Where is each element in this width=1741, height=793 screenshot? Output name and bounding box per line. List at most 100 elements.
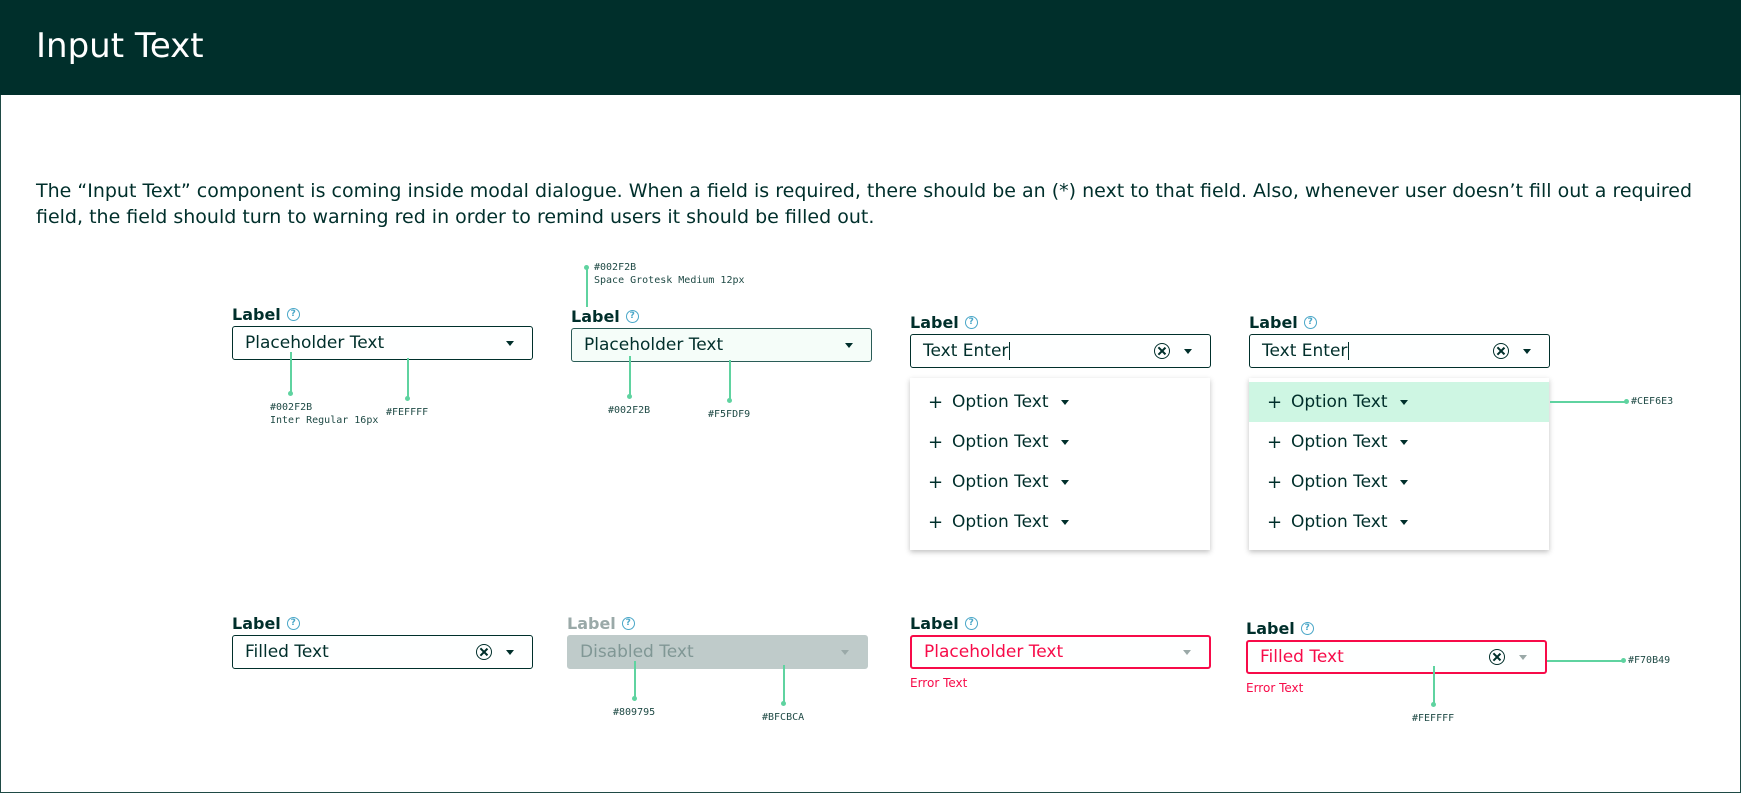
plus-icon: + (1267, 471, 1283, 493)
chevron-down-icon[interactable] (1523, 348, 1531, 354)
field-label: Label ? (232, 305, 300, 324)
annotation-line (783, 665, 785, 703)
error-message: Error Text (1246, 681, 1304, 695)
annotation-label: #FEFFFF (1412, 713, 1455, 724)
help-icon[interactable]: ? (286, 617, 300, 630)
annotation-dot (781, 701, 786, 706)
dropdown-option[interactable]: + Option Text (910, 382, 1210, 422)
input-filled[interactable]: Filled Text (232, 635, 533, 669)
field-label: Label ? (232, 614, 300, 633)
annotation-dot (1621, 658, 1626, 663)
chevron-down-icon (841, 649, 849, 655)
annotation-dot (288, 391, 293, 396)
annotation-dot (1624, 399, 1629, 404)
dropdown-option[interactable]: + Option Text (910, 502, 1210, 542)
input-open-highlight[interactable]: Text Enter (1249, 334, 1550, 368)
input-value: Text Enter (923, 341, 1009, 361)
plus-icon: + (1267, 431, 1283, 453)
field-label: Label ? (1249, 313, 1317, 332)
field-label: Label ? (910, 614, 978, 633)
chevron-down-icon[interactable] (506, 340, 514, 346)
help-icon[interactable]: ? (286, 308, 300, 321)
input-disabled: Disabled Text (567, 635, 868, 669)
clear-icon[interactable] (1154, 343, 1170, 359)
description-text: The “Input Text” component is coming ins… (36, 180, 1693, 228)
chevron-down-icon[interactable] (845, 342, 853, 348)
field-label: Label ? (1246, 619, 1314, 638)
annotation-label: #F5FDF9 (708, 409, 751, 420)
plus-icon: + (928, 391, 944, 413)
chevron-down-icon[interactable] (1184, 348, 1192, 354)
chevron-down-icon (1060, 479, 1069, 485)
dropdown-menu: + Option Text + Option Text + Option Text +… (1249, 378, 1549, 550)
input-default[interactable]: Placeholder Text (232, 326, 533, 360)
page-title: Input Text (36, 26, 204, 66)
error-message: Error Text (910, 676, 968, 690)
dropdown-option-highlighted[interactable]: + Option Text (1249, 382, 1549, 422)
annotation-dot (1431, 702, 1436, 707)
input-open[interactable]: Text Enter (910, 334, 1211, 368)
annotation-label: #809795 (613, 707, 656, 718)
annotation-line (1547, 660, 1623, 662)
help-icon[interactable]: ? (964, 316, 978, 329)
text-cursor (1348, 342, 1350, 360)
chevron-down-icon (1399, 439, 1408, 445)
help-icon[interactable]: ? (964, 617, 978, 630)
field-label: Label ? (571, 307, 639, 326)
help-icon[interactable]: ? (1303, 316, 1317, 329)
chevron-down-icon[interactable] (1183, 649, 1191, 655)
chevron-down-icon (1399, 399, 1408, 405)
dropdown-option[interactable]: + Option Text (1249, 462, 1549, 502)
annotation-line (634, 661, 636, 698)
clear-icon[interactable] (476, 644, 492, 660)
plus-icon: + (1267, 391, 1283, 413)
clear-icon[interactable] (1493, 343, 1509, 359)
annotation-line (586, 267, 588, 307)
annotation-label: #002F2B (608, 405, 651, 416)
plus-icon: + (928, 431, 944, 453)
annotation-line (407, 358, 409, 398)
help-icon: ? (621, 617, 635, 630)
annotation-label: #002F2B Inter Regular 16px (270, 402, 379, 426)
annotation-dot (405, 396, 410, 401)
chevron-down-icon (1060, 399, 1069, 405)
field-label: Label ? (567, 614, 635, 633)
input-value: Text Enter (1262, 341, 1348, 361)
chevron-down-icon[interactable] (506, 649, 514, 655)
plus-icon: + (928, 471, 944, 493)
chevron-down-icon (1060, 439, 1069, 445)
dropdown-option[interactable]: + Option Text (910, 422, 1210, 462)
clear-icon[interactable] (1489, 649, 1505, 665)
annotation-line (1550, 401, 1626, 403)
annotation-line (629, 356, 631, 396)
annotation-line (1433, 666, 1435, 704)
help-icon[interactable]: ? (1300, 622, 1314, 635)
chevron-down-icon (1399, 519, 1408, 525)
annotation-line (729, 360, 731, 400)
help-icon[interactable]: ? (625, 310, 639, 323)
annotation-dot (632, 696, 637, 701)
dropdown-option[interactable]: + Option Text (1249, 502, 1549, 542)
annotation-dot (727, 398, 732, 403)
plus-icon: + (1267, 511, 1283, 533)
annotation-label: #002F2B Space Grotesk Medium 12px (594, 262, 745, 286)
annotation-dot (627, 394, 632, 399)
chevron-down-icon (1060, 519, 1069, 525)
input-error-placeholder[interactable]: Placeholder Text (910, 635, 1211, 669)
chevron-down-icon (1399, 479, 1408, 485)
dropdown-option[interactable]: + Option Text (1249, 422, 1549, 462)
dropdown-menu: + Option Text + Option Text + Option Text +… (910, 378, 1210, 550)
input-error-filled[interactable]: Filled Text (1246, 640, 1547, 674)
annotation-label: #F70B49 (1628, 655, 1671, 666)
dropdown-option[interactable]: + Option Text (910, 462, 1210, 502)
plus-icon: + (928, 511, 944, 533)
annotation-line (290, 352, 292, 394)
page-header: Input Text (0, 0, 1741, 95)
annotation-label: #FEFFFF (386, 407, 429, 418)
annotation-label: #BFCBCA (762, 712, 805, 723)
chevron-down-icon[interactable] (1519, 654, 1527, 660)
input-hover[interactable]: Placeholder Text (571, 328, 872, 362)
field-label: Label ? (910, 313, 978, 332)
text-cursor (1009, 342, 1011, 360)
annotation-label: #CEF6E3 (1631, 396, 1674, 407)
